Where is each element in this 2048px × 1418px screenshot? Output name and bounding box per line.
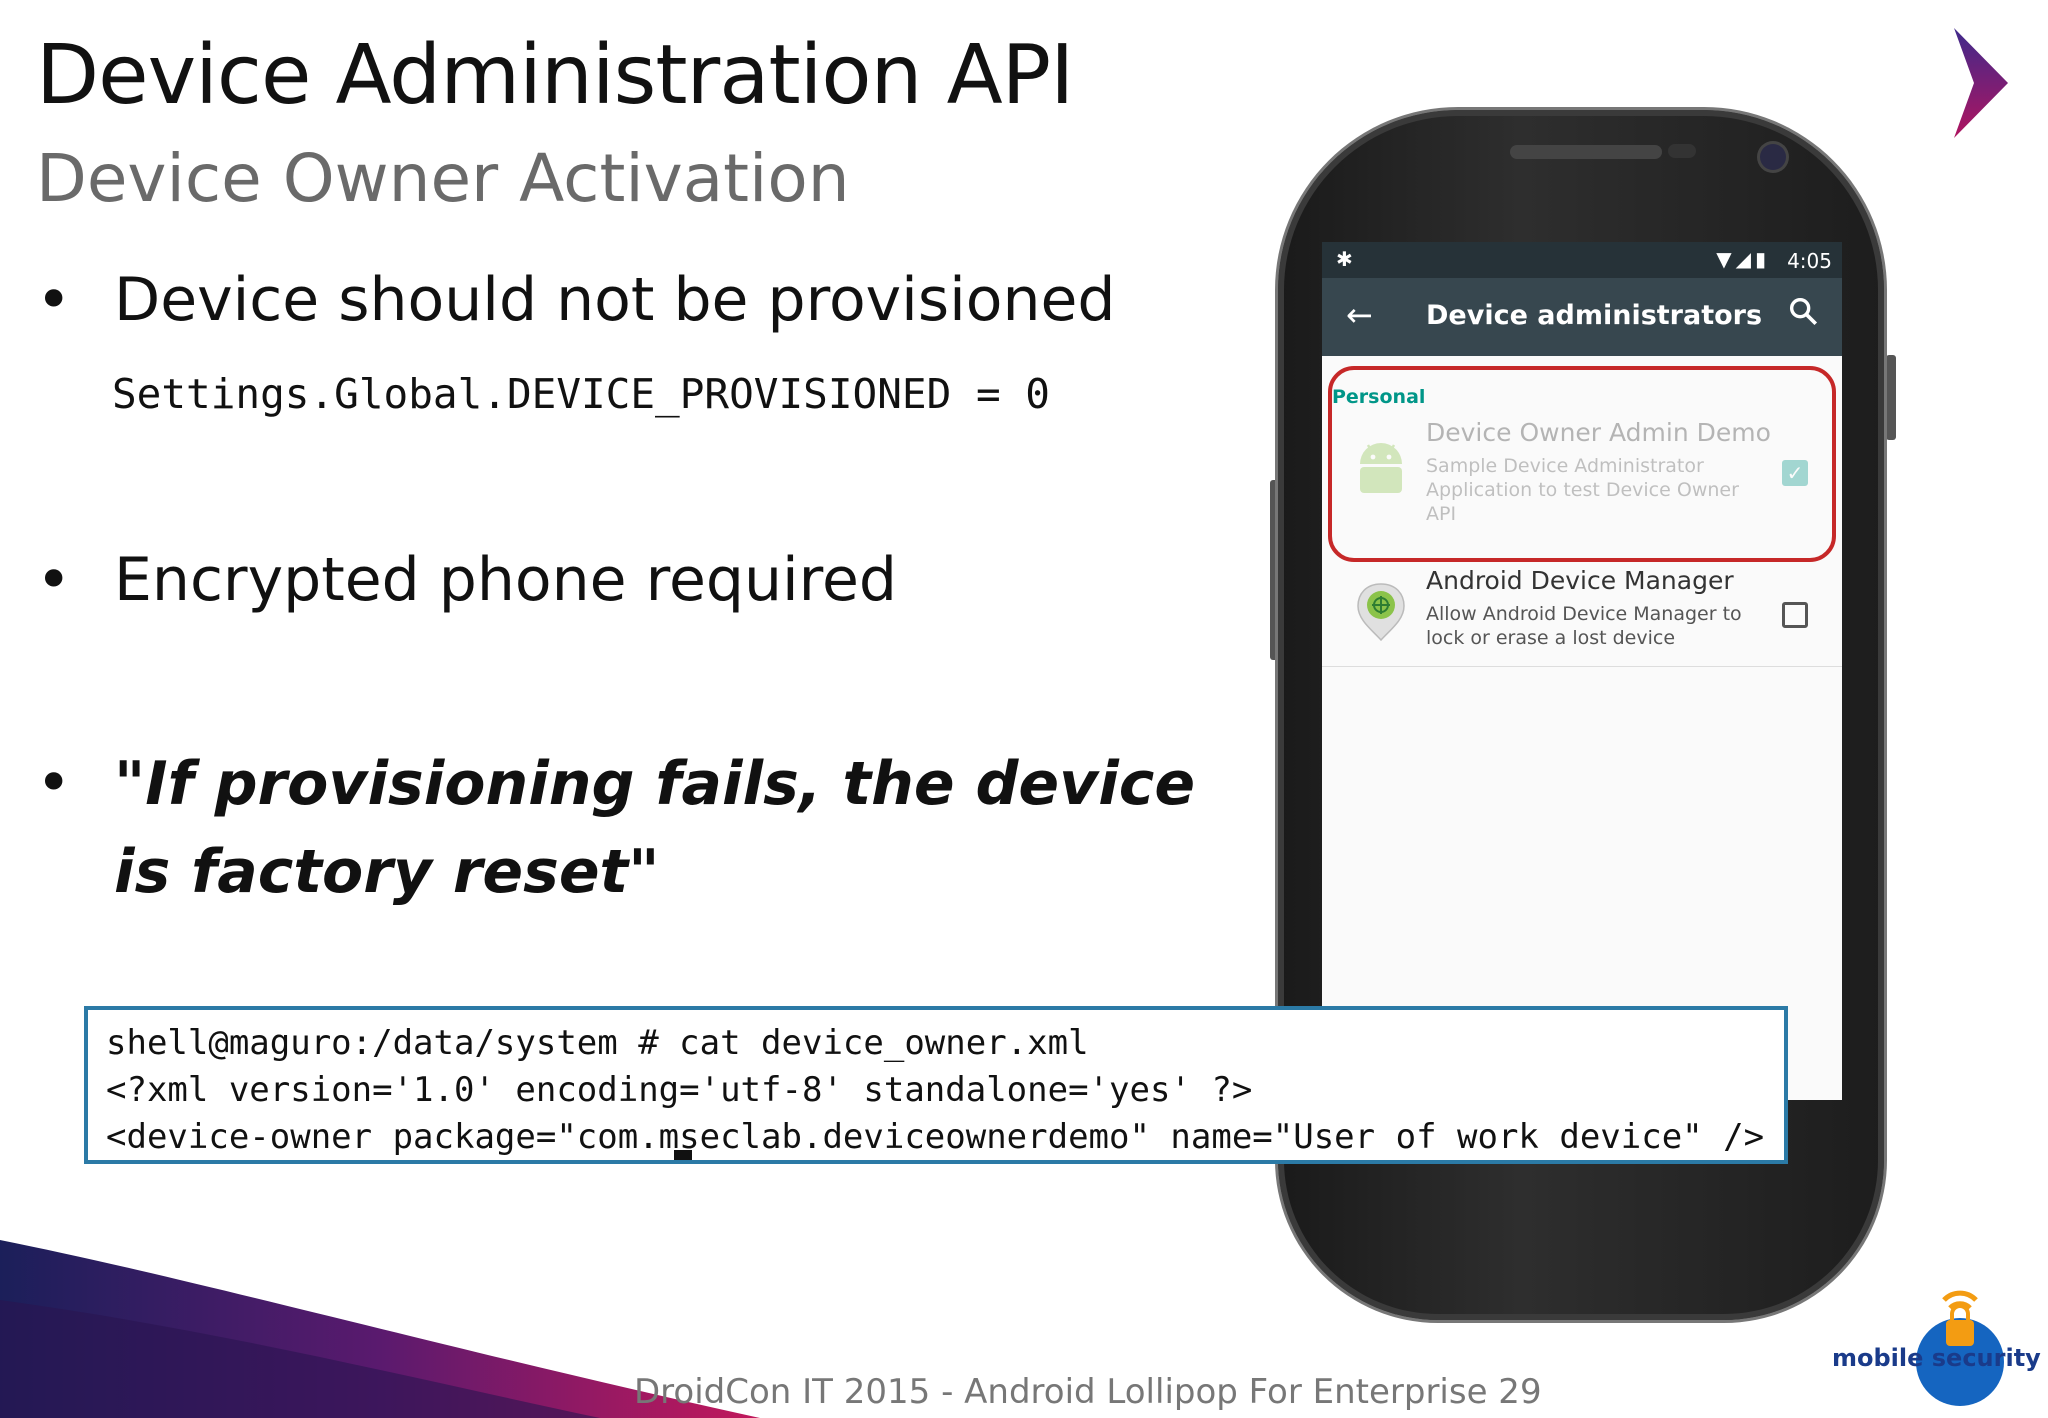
bullet-text-quote: "If provisioning fails, the device is fa… xyxy=(114,749,1196,907)
brand-arrow-icon xyxy=(1954,28,2008,138)
phone-sensor xyxy=(1668,144,1696,158)
checkbox-unchecked[interactable] xyxy=(1782,602,1808,628)
slide-subtitle: Device Owner Activation xyxy=(36,140,850,217)
wifi-icon: ▼ xyxy=(1716,247,1736,271)
status-bar: ✱ ▼◢▮ 4:05 xyxy=(1322,242,1842,278)
phone-screen: ✱ ▼◢▮ 4:05 ← Device administrators Perso… xyxy=(1322,242,1842,1100)
highlight-box xyxy=(1328,366,1836,562)
bullet-dot: • xyxy=(36,545,72,615)
mobile-security-lab-logo xyxy=(1916,1290,2004,1406)
terminal-line: <device-owner package="com.mseclab.devic… xyxy=(106,1117,1765,1157)
terminal-line: <?xml version='1.0' encoding='utf-8' sta… xyxy=(106,1070,1253,1110)
app-toolbar: ← Device administrators xyxy=(1322,278,1842,356)
logo-wordmark: mobile security lab xyxy=(1832,1344,2048,1372)
status-time: 4:05 xyxy=(1787,249,1832,273)
battery-icon: ▮ xyxy=(1754,247,1770,271)
bullet-dot: • xyxy=(36,748,72,818)
bullet-text: Encrypted phone required xyxy=(114,545,898,615)
location-pin-icon xyxy=(1357,583,1405,642)
terminal-output: shell@maguro:/data/system # cat device_o… xyxy=(84,1006,1788,1164)
slide-footer: DroidCon IT 2015 - Android Lollipop For … xyxy=(634,1372,1542,1412)
terminal-cursor xyxy=(674,1150,692,1160)
toolbar-title: Device administrators xyxy=(1426,300,1763,331)
admin-description: Allow Android Device Manager to lock or … xyxy=(1426,603,1742,649)
signal-icon: ◢ xyxy=(1735,247,1755,271)
admin-name: Android Device Manager xyxy=(1426,566,1734,595)
phone-power-button xyxy=(1886,355,1896,440)
phone-speaker xyxy=(1510,145,1662,159)
android-debug-icon: ✱ xyxy=(1336,247,1353,271)
slide-title: Device Administration API xyxy=(36,28,1074,123)
status-icons: ▼◢▮ xyxy=(1716,247,1770,271)
bullet-text: Device should not be provisioned xyxy=(114,265,1116,335)
code-snippet: Settings.Global.DEVICE_PROVISIONED = 0 xyxy=(112,370,1050,418)
bullet-dot: • xyxy=(36,265,72,335)
phone-camera xyxy=(1760,144,1786,170)
search-icon[interactable] xyxy=(1786,294,1820,328)
terminal-line: shell@maguro:/data/system # cat device_o… xyxy=(106,1023,1089,1063)
list-divider xyxy=(1322,666,1842,667)
arrow-left-icon[interactable]: ← xyxy=(1346,296,1373,334)
